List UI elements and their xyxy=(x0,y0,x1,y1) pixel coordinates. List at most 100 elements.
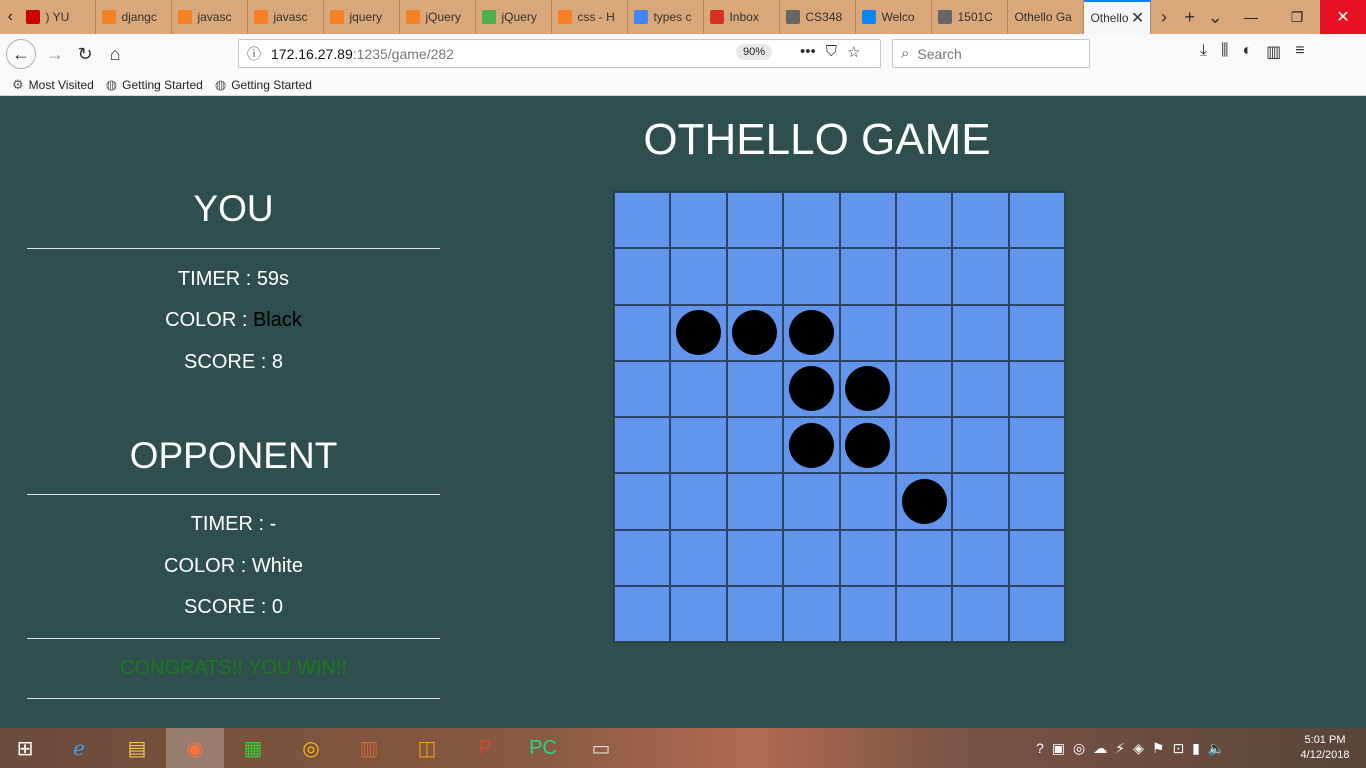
tab-item[interactable]: jQuery xyxy=(400,0,477,34)
tab-item[interactable]: javasc xyxy=(172,0,249,34)
board-cell[interactable] xyxy=(839,192,896,249)
board-cell[interactable] xyxy=(614,585,671,642)
restore-button[interactable]: ❐ xyxy=(1274,0,1320,34)
pocket-icon[interactable]: ⛉ xyxy=(826,43,837,61)
board-cell[interactable] xyxy=(726,529,784,586)
tab-item[interactable]: css - H xyxy=(552,0,629,34)
board-cell[interactable] xyxy=(783,585,840,642)
board-cell[interactable] xyxy=(1008,417,1065,474)
tray-app-icon[interactable]: ▣ xyxy=(1052,740,1065,757)
board-cell[interactable] xyxy=(952,473,1009,530)
board-cell[interactable] xyxy=(1008,585,1065,642)
board-cell[interactable] xyxy=(895,529,953,586)
forward-button[interactable]: → xyxy=(40,39,70,69)
tab-active[interactable]: Othello ✕ xyxy=(1084,0,1152,34)
home-button[interactable]: ⌂ xyxy=(100,39,130,69)
board-cell[interactable] xyxy=(1008,304,1065,361)
menu-icon[interactable]: ≡ xyxy=(1295,42,1304,62)
board-cell[interactable] xyxy=(783,360,840,417)
board-cell[interactable] xyxy=(670,248,727,305)
board-cell[interactable] xyxy=(670,529,727,586)
search-input[interactable]: ⌕ Search xyxy=(892,39,1090,68)
board-cell[interactable] xyxy=(614,248,671,305)
board-cell[interactable] xyxy=(726,248,784,305)
board-cell[interactable] xyxy=(952,304,1009,361)
board-cell[interactable] xyxy=(839,304,896,361)
board-cell[interactable] xyxy=(614,417,671,474)
battery-icon[interactable]: ▮ xyxy=(1192,740,1200,757)
terminal-icon[interactable]: ▭ xyxy=(572,728,630,768)
tab-scroll-right-button[interactable]: › xyxy=(1151,0,1177,34)
board-cell[interactable] xyxy=(952,529,1009,586)
close-window-button[interactable]: ✕ xyxy=(1320,0,1366,34)
page-actions-icon[interactable]: ••• xyxy=(800,43,816,61)
board-cell[interactable] xyxy=(895,360,953,417)
tab-item[interactable]: ) YU xyxy=(20,0,97,34)
board-cell[interactable] xyxy=(614,304,671,361)
info-icon[interactable]: ⓘ xyxy=(247,44,261,64)
board-cell[interactable] xyxy=(670,192,727,249)
board-cell[interactable] xyxy=(670,473,727,530)
tab-item[interactable]: Othello Ga xyxy=(1008,0,1085,34)
url-bar[interactable]: ⓘ 172.16.27.89:1235/game/282 xyxy=(238,39,881,68)
board-cell[interactable] xyxy=(952,585,1009,642)
close-tab-icon[interactable]: ✕ xyxy=(1131,8,1144,28)
board-cell[interactable] xyxy=(614,529,671,586)
board-cell[interactable] xyxy=(670,360,727,417)
board-cell[interactable] xyxy=(614,473,671,530)
board-cell[interactable] xyxy=(1008,473,1065,530)
board-cell[interactable] xyxy=(670,585,727,642)
pdf-icon[interactable]: ◫ xyxy=(398,728,456,768)
tab-item[interactable]: jquery xyxy=(324,0,401,34)
help-icon[interactable]: ? xyxy=(1036,740,1044,756)
tray-app-icon[interactable]: ⚡ xyxy=(1115,740,1125,757)
file-explorer-icon[interactable]: ▤ xyxy=(108,728,166,768)
board-cell[interactable] xyxy=(895,473,953,530)
board-cell[interactable] xyxy=(839,360,896,417)
board-cell[interactable] xyxy=(1008,248,1065,305)
board-cell[interactable] xyxy=(839,248,896,305)
cloud-icon[interactable]: ☁ xyxy=(1093,740,1107,757)
bookmark-getting-started[interactable]: ◍ Getting Started xyxy=(106,77,203,93)
reload-button[interactable]: ↻ xyxy=(70,39,100,69)
board-cell[interactable] xyxy=(726,304,784,361)
board-cell[interactable] xyxy=(783,248,840,305)
tab-item[interactable]: javasc xyxy=(248,0,325,34)
windows-start-icon[interactable]: ⊞ xyxy=(0,728,50,768)
volume-icon[interactable]: 🔈 xyxy=(1208,740,1225,757)
board-cell[interactable] xyxy=(952,248,1009,305)
bookmark-star-icon[interactable]: ☆ xyxy=(847,43,860,61)
tab-item[interactable]: types c xyxy=(628,0,705,34)
board-cell[interactable] xyxy=(726,473,784,530)
board-cell[interactable] xyxy=(895,417,953,474)
tab-item[interactable]: djangc xyxy=(96,0,173,34)
board-cell[interactable] xyxy=(726,360,784,417)
library-icon[interactable]: ⫼ xyxy=(1221,42,1228,62)
board-cell[interactable] xyxy=(895,585,953,642)
board-cell[interactable] xyxy=(783,304,840,361)
board-cell[interactable] xyxy=(726,585,784,642)
minimize-button[interactable]: — xyxy=(1228,0,1274,34)
board-cell[interactable] xyxy=(839,585,896,642)
board-cell[interactable] xyxy=(670,304,727,361)
tray-app-icon[interactable]: ◎ xyxy=(1073,740,1085,757)
tab-item[interactable]: Inbox xyxy=(704,0,781,34)
tab-scroll-left-button[interactable]: ‹ xyxy=(0,0,20,34)
winrar-icon[interactable]: ▥ xyxy=(340,728,398,768)
board-cell[interactable] xyxy=(726,192,784,249)
board-cell[interactable] xyxy=(1008,360,1065,417)
clock[interactable]: 5:01 PM 4/12/2018 xyxy=(1290,733,1360,763)
sidebar-icon[interactable]: ▥ xyxy=(1266,42,1281,62)
board-cell[interactable] xyxy=(839,473,896,530)
network-icon[interactable]: ⊡ xyxy=(1172,740,1184,757)
download-icon[interactable]: ⤓ xyxy=(1200,42,1207,62)
board-cell[interactable] xyxy=(783,529,840,586)
powerpoint-icon[interactable]: P xyxy=(456,728,514,768)
pycharm-icon[interactable]: PC xyxy=(514,728,572,768)
list-tabs-button[interactable]: ⌄ xyxy=(1202,0,1228,34)
board-cell[interactable] xyxy=(895,304,953,361)
board-cell[interactable] xyxy=(839,529,896,586)
board-cell[interactable] xyxy=(783,192,840,249)
board-cell[interactable] xyxy=(726,417,784,474)
chrome-icon[interactable]: ◎ xyxy=(282,728,340,768)
